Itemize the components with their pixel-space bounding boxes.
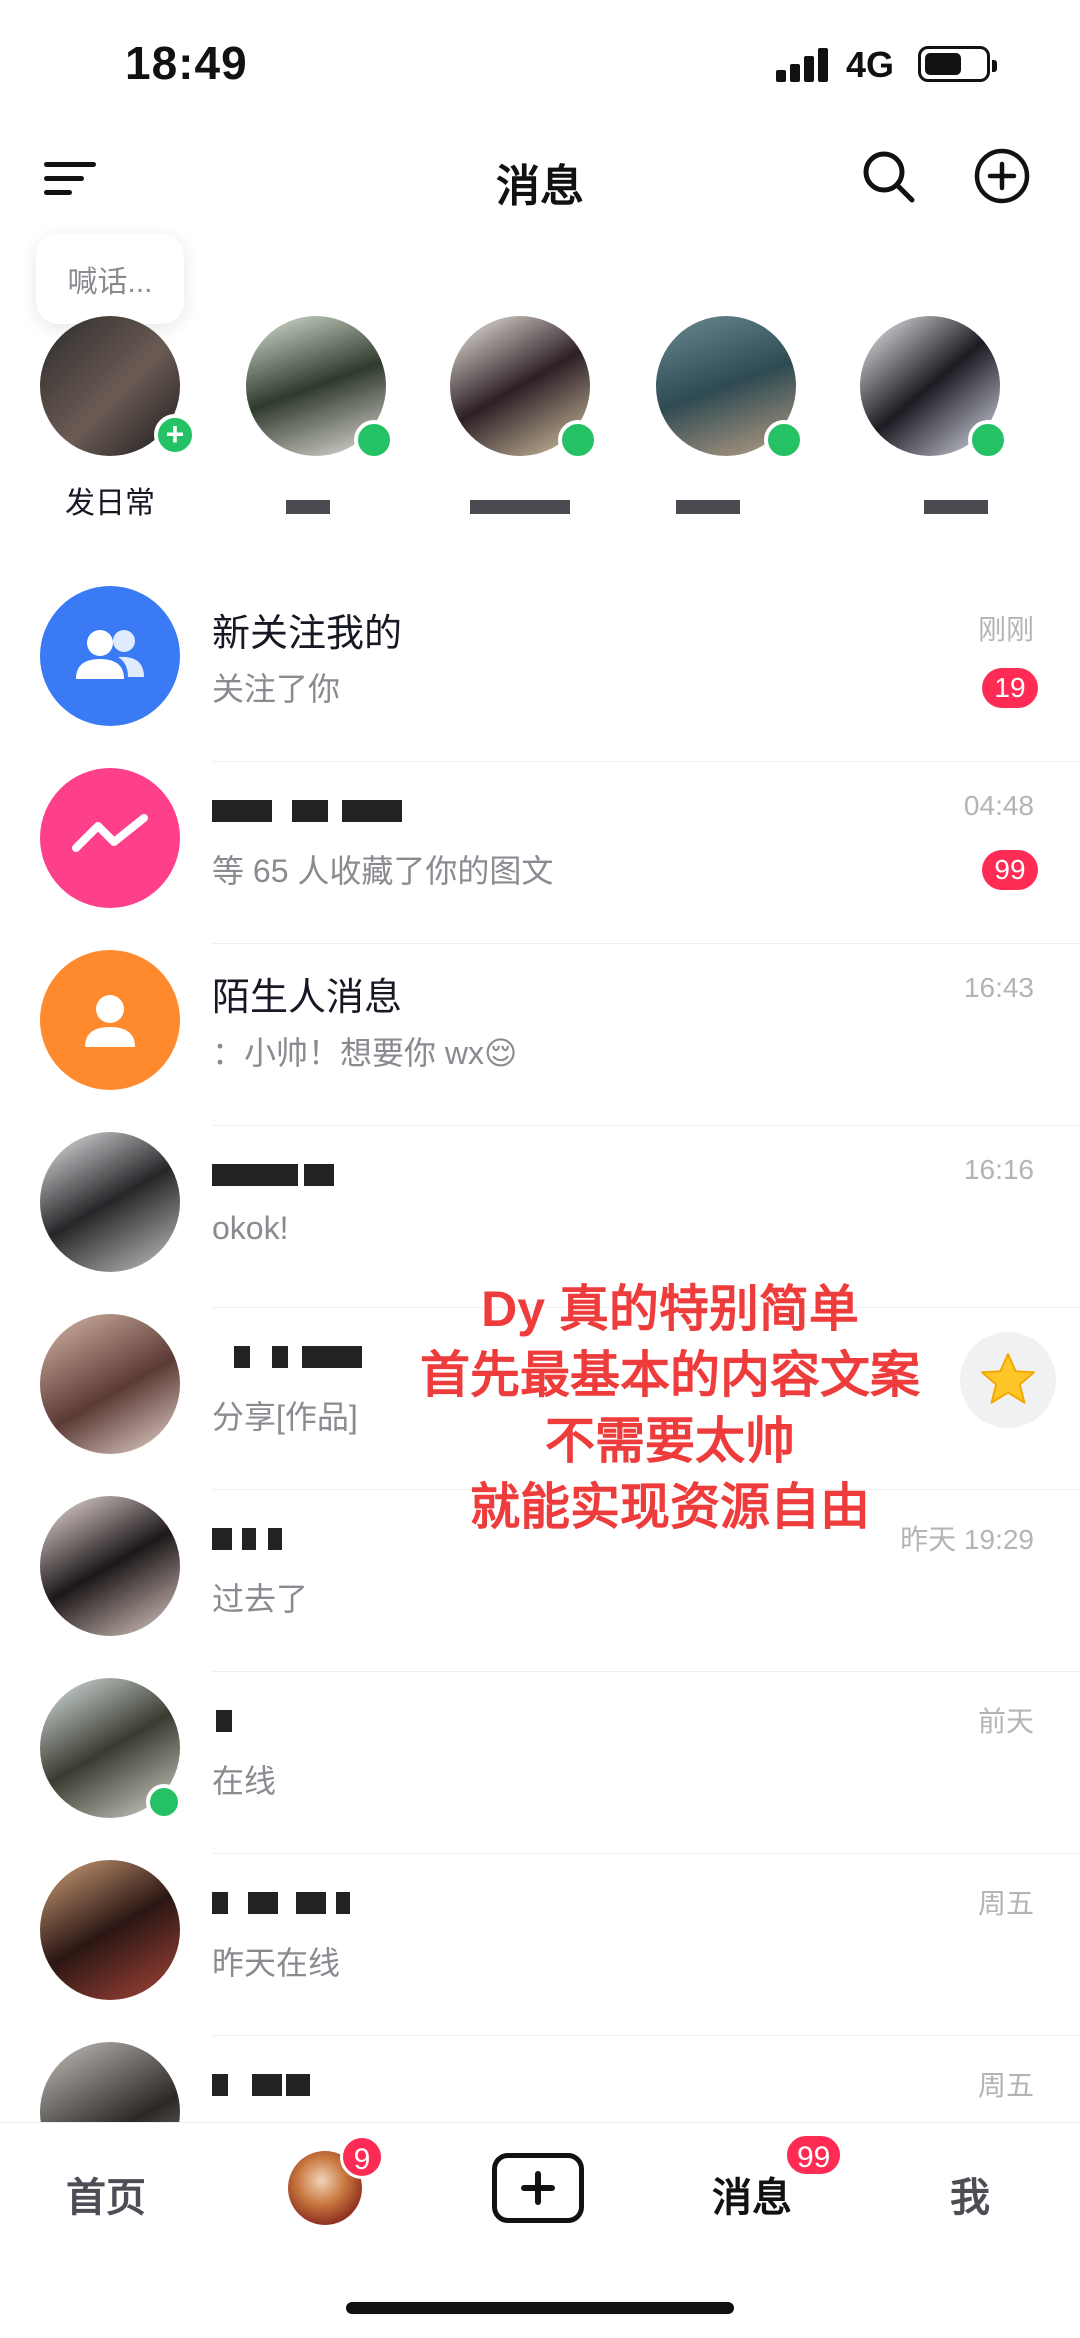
- tab-messages[interactable]: 消息: [712, 2165, 792, 2223]
- tab-home[interactable]: 首页: [66, 2165, 146, 2223]
- promo-line: 首先最基本的内容文案: [420, 1347, 920, 1403]
- star-icon: [981, 1353, 1035, 1404]
- conversation-new-followers[interactable]: 新关注我的 关注了你 刚刚 19: [0, 580, 1080, 762]
- interaction-icon: [40, 768, 180, 908]
- online-dot: [968, 420, 1008, 460]
- home-indicator: [346, 2302, 734, 2314]
- blurred-name: [924, 500, 988, 514]
- conversation-stranger-messages[interactable]: 陌生人消息 ：小帅！想要你 wx😌 16:43: [0, 944, 1080, 1126]
- conversation-time: 16:16: [963, 1154, 1034, 1185]
- promo-line: 不需要太帅: [545, 1413, 795, 1469]
- network-label: 4G: [846, 44, 895, 85]
- conversation-item[interactable]: 在线 前天: [0, 1672, 1080, 1854]
- conversation-preview: 关注了你: [212, 671, 341, 707]
- story-name: 发日常: [65, 487, 155, 520]
- tab-me[interactable]: 我: [950, 2165, 990, 2223]
- conversation-preview: 昨天在线: [212, 1945, 341, 1981]
- search-icon[interactable]: [858, 146, 918, 206]
- header: 消息: [0, 130, 1080, 230]
- avatar: [40, 1314, 180, 1454]
- status-bar: 18:49 4G: [0, 0, 1080, 130]
- avatar: [40, 1860, 180, 2000]
- page-title: 消息: [496, 162, 584, 211]
- unread-badge: 19: [982, 668, 1038, 708]
- promo-line: Dy 真的特别简单: [481, 1281, 859, 1337]
- promo-overlay-text: Dy 真的特别简单 首先最基本的内容文案 不需要太帅 就能实现资源自由: [300, 1276, 1040, 1540]
- stranger-icon: [40, 950, 180, 1090]
- stories-row: + 发日常: [0, 310, 1080, 540]
- avatar: [40, 1132, 180, 1272]
- friends-badge: 9: [340, 2135, 384, 2179]
- status-time: 18:49: [125, 37, 248, 89]
- blurred-name: [470, 500, 570, 514]
- online-dot: [558, 420, 598, 460]
- conversation-name: 陌生人消息: [212, 977, 403, 1019]
- story-item[interactable]: [850, 310, 1010, 530]
- story-self[interactable]: + 发日常: [30, 310, 196, 530]
- conversation-name: 新关注我的: [212, 613, 403, 655]
- story-item[interactable]: [440, 310, 600, 530]
- online-dot: [354, 420, 394, 460]
- online-dot: [146, 1784, 182, 1820]
- conversation-time: 周五: [977, 2070, 1034, 2101]
- blurred-name: [676, 500, 740, 514]
- plus-icon: [521, 2171, 555, 2205]
- publish-button[interactable]: [492, 2153, 584, 2223]
- story-item[interactable]: [236, 310, 396, 530]
- conversation-time: 周五: [977, 1888, 1034, 1919]
- conversation-preview: ：小帅！想要你 wx😌: [212, 1035, 518, 1071]
- star-button[interactable]: [960, 1332, 1056, 1428]
- signal-icon: [776, 46, 832, 82]
- conversation-preview: 在线: [212, 1763, 277, 1799]
- add-story-icon[interactable]: +: [154, 414, 196, 456]
- conversation-time: 刚刚: [977, 614, 1034, 645]
- conversation-preview: 过去了: [212, 1581, 309, 1617]
- blurred-name: [286, 500, 330, 514]
- fans-icon: [40, 586, 180, 726]
- conversation-preview: 等 65 人收藏了你的图文: [212, 853, 554, 889]
- promo-line: 就能实现资源自由: [470, 1479, 870, 1535]
- conversation-preview: okok!: [212, 1210, 289, 1246]
- avatar: [40, 1496, 180, 1636]
- online-dot: [764, 420, 804, 460]
- conversation-time: 16:43: [963, 972, 1034, 1003]
- add-circle-icon[interactable]: [972, 146, 1032, 206]
- story-item[interactable]: [646, 310, 806, 530]
- conversation-item[interactable]: 昨天在线 周五: [0, 1854, 1080, 2036]
- battery-icon: [918, 46, 997, 82]
- conversation-time: 04:48: [963, 790, 1034, 821]
- messages-badge: 99: [784, 2133, 844, 2177]
- conversation-interactions[interactable]: 等 65 人收藏了你的图文 04:48 99: [0, 762, 1080, 944]
- conversation-time: 前天: [977, 1706, 1034, 1737]
- unread-badge: 99: [982, 850, 1038, 890]
